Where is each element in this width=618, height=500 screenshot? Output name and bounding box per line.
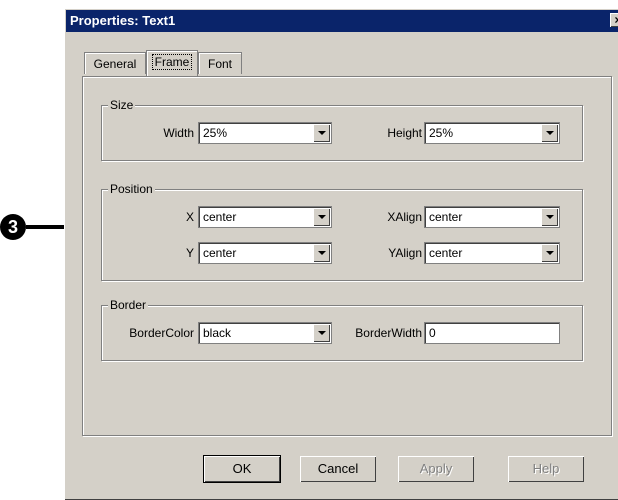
bordercolor-label: BorderColor [129, 326, 194, 340]
width-label: Width [163, 126, 194, 140]
yalign-combo[interactable]: center [424, 242, 560, 264]
chevron-down-icon[interactable] [541, 244, 558, 262]
x-label: X [185, 210, 194, 224]
position-legend: Position [108, 182, 155, 196]
tab-frame[interactable]: Frame [146, 50, 198, 76]
width-combo[interactable]: 25% [198, 122, 332, 144]
callout-number: 3 [0, 214, 26, 240]
tab-general[interactable]: General [84, 52, 146, 74]
border-legend: Border [108, 298, 149, 312]
y-value: center [203, 246, 237, 260]
borderwidth-label: BorderWidth [355, 326, 422, 340]
width-value: 25% [203, 126, 228, 140]
x-value: center [203, 210, 237, 224]
y-label: Y [185, 246, 194, 260]
tab-frame-label: Frame [151, 54, 193, 70]
height-label: Height [387, 126, 422, 140]
x-combo[interactable]: center [198, 206, 332, 228]
tab-font-label: Font [207, 57, 232, 71]
close-button[interactable]: × [610, 13, 618, 27]
ok-button[interactable]: OK [203, 455, 281, 483]
border-group: Border BorderColor black BorderWidth 0 [101, 298, 583, 361]
borderwidth-value: 0 [429, 326, 436, 340]
chevron-down-icon[interactable] [541, 124, 558, 142]
tab-general-label: General [93, 57, 137, 71]
xalign-label: XAlign [387, 210, 422, 224]
yalign-label: YAlign [388, 246, 422, 260]
chevron-down-icon[interactable] [541, 208, 558, 226]
xalign-value: center [429, 210, 463, 224]
chevron-down-icon[interactable] [313, 324, 330, 342]
chevron-down-icon[interactable] [313, 208, 330, 226]
borderwidth-field[interactable]: 0 [424, 322, 560, 344]
dialog-titlebar[interactable]: Properties: Text1 × [66, 10, 618, 32]
chevron-down-icon[interactable] [313, 244, 330, 262]
height-value: 25% [429, 126, 454, 140]
yalign-value: center [429, 246, 463, 260]
help-button[interactable]: Help [508, 456, 584, 482]
height-combo[interactable]: 25% [424, 122, 560, 144]
size-legend: Size [108, 98, 136, 112]
frame-tab-panel: Size Width 25% Height 25% Position X cen… [82, 76, 612, 436]
xalign-combo[interactable]: center [424, 206, 560, 228]
properties-dialog: Properties: Text1 × General Frame Font S… [64, 8, 618, 500]
chevron-down-icon[interactable] [313, 124, 330, 142]
bordercolor-combo[interactable]: black [198, 322, 332, 344]
cancel-button[interactable]: Cancel [300, 456, 376, 482]
size-group: Size Width 25% Height 25% [101, 98, 583, 161]
apply-button[interactable]: Apply [398, 456, 474, 482]
bordercolor-value: black [203, 326, 232, 340]
tab-font[interactable]: Font [198, 52, 242, 74]
y-combo[interactable]: center [198, 242, 332, 264]
position-group: Position X center XAlign center Y center… [101, 182, 583, 281]
dialog-title: Properties: Text1 [70, 13, 176, 28]
